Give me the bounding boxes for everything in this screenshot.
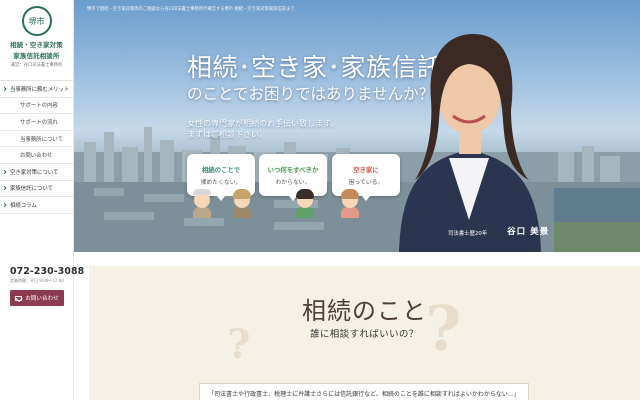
- bubble-line2: 揉めたくない。: [200, 179, 242, 186]
- logo-title-line1: 相続・空き家対策: [10, 41, 63, 49]
- hero-notice: 堺市で相続・空き家対策等のご相談なら谷口司法書士事務所が運営する堺市 相続・空き…: [87, 7, 295, 12]
- nav-item-label: お問い合わせ: [20, 153, 53, 160]
- logo[interactable]: 堺市 相続・空き家対策 家族信託相談所 運営：谷口司法書士事務所: [0, 0, 73, 80]
- nav-item-support[interactable]: サポートの内容: [0, 98, 73, 115]
- nav-item-vacant-house[interactable]: 空き家対策について: [0, 164, 73, 181]
- bubble-line2: わからない。: [275, 179, 311, 186]
- bubble-line1: いつ何をすべきか: [267, 165, 319, 174]
- section-subtitle: 誰に相談すればいいの？: [310, 329, 419, 340]
- nav-item-label: 家族信託について: [10, 186, 53, 193]
- nav-item-inquiry[interactable]: お問い合わせ: [0, 147, 73, 164]
- speech-bubble-when: いつ何をすべきか わからない。: [259, 154, 327, 201]
- hero-description-line2: まずはご相談下さい。: [187, 130, 267, 139]
- nav-item-label: サポートの内容: [20, 103, 58, 110]
- nav-item-merits[interactable]: 当事務所に頼むメリット: [0, 81, 73, 98]
- nav-item-about[interactable]: 当事務所について: [0, 131, 73, 148]
- chevron-right-icon: [2, 86, 7, 91]
- illustration-young-man: [294, 188, 316, 218]
- phone-number[interactable]: 072-230-3088: [10, 266, 84, 277]
- logo-subtitle: 運営：谷口司法書士事務所: [10, 63, 63, 68]
- illustration-elderly-man: [191, 188, 213, 218]
- business-hours: 営業時間：平日 9:00〜17:00: [10, 278, 64, 283]
- mail-icon: [15, 295, 23, 301]
- nav-item-label: 当事務所について: [20, 136, 63, 143]
- bubble-line1: 空き家に: [353, 165, 379, 174]
- nav-item-label: 空き家対策について: [10, 169, 59, 176]
- person-title: 司法書士歴20年: [448, 231, 488, 237]
- nav-item-label: 相続コラム: [10, 202, 37, 209]
- illustration-woman: [339, 188, 361, 218]
- contact-button[interactable]: お問い合わせ: [10, 290, 64, 306]
- chevron-right-icon: [2, 202, 7, 208]
- nav-item-column[interactable]: 相続コラム: [0, 197, 73, 214]
- contact-button-label: お問い合わせ: [25, 296, 59, 302]
- chevron-right-icon: [2, 169, 7, 174]
- logo-title-line2: 家族信託相談所: [13, 52, 60, 60]
- section-title: 相続のこと: [302, 297, 427, 325]
- nav-item-label: 当事務所に頼むメリット: [10, 86, 70, 93]
- person-name: 谷口 美景: [507, 227, 550, 237]
- illustration-man-hat: [231, 188, 253, 218]
- chevron-right-icon: [2, 186, 7, 191]
- side-nav: 当事務所に頼むメリット サポートの内容 サポートの流れ 当事務所について お問い…: [0, 80, 73, 214]
- nav-item-family-trust[interactable]: 家族信託について: [0, 181, 73, 198]
- sidebar: 堺市 相続・空き家対策 家族信託相談所 運営：谷口司法書士事務所 当事務所に頼む…: [0, 0, 84, 400]
- quote-box: 「司法書士や行政書士、税理士に弁護士さらには信託銀行など、相続のことを誰に相談す…: [199, 383, 529, 400]
- lawyer-photo: [399, 34, 541, 252]
- nav-item-flow[interactable]: サポートの流れ: [0, 114, 73, 131]
- inheritance-section: ? ? 相続のこと 誰に相談すればいいの？ 「司法書士や行政書士、税理士に弁護士…: [89, 266, 640, 400]
- hero-description-line1: 女性の専門家が相続のお手伝い致します。: [187, 119, 339, 128]
- quote-text: 「司法書士や行政書士、税理士に弁護士さらには信託銀行など、相続のことを誰に相談す…: [208, 391, 520, 398]
- nav-item-label: サポートの流れ: [20, 119, 58, 126]
- logo-mark: 堺市: [21, 6, 52, 36]
- bubble-line1: 相続のことで: [201, 165, 241, 174]
- phone-area: 072-230-3088 営業時間：平日 9:00〜17:00 お問い合わせ: [0, 266, 84, 306]
- hero: 堺市で相続・空き家対策等のご相談なら谷口司法書士事務所が運営する堺市 相続・空き…: [74, 0, 640, 252]
